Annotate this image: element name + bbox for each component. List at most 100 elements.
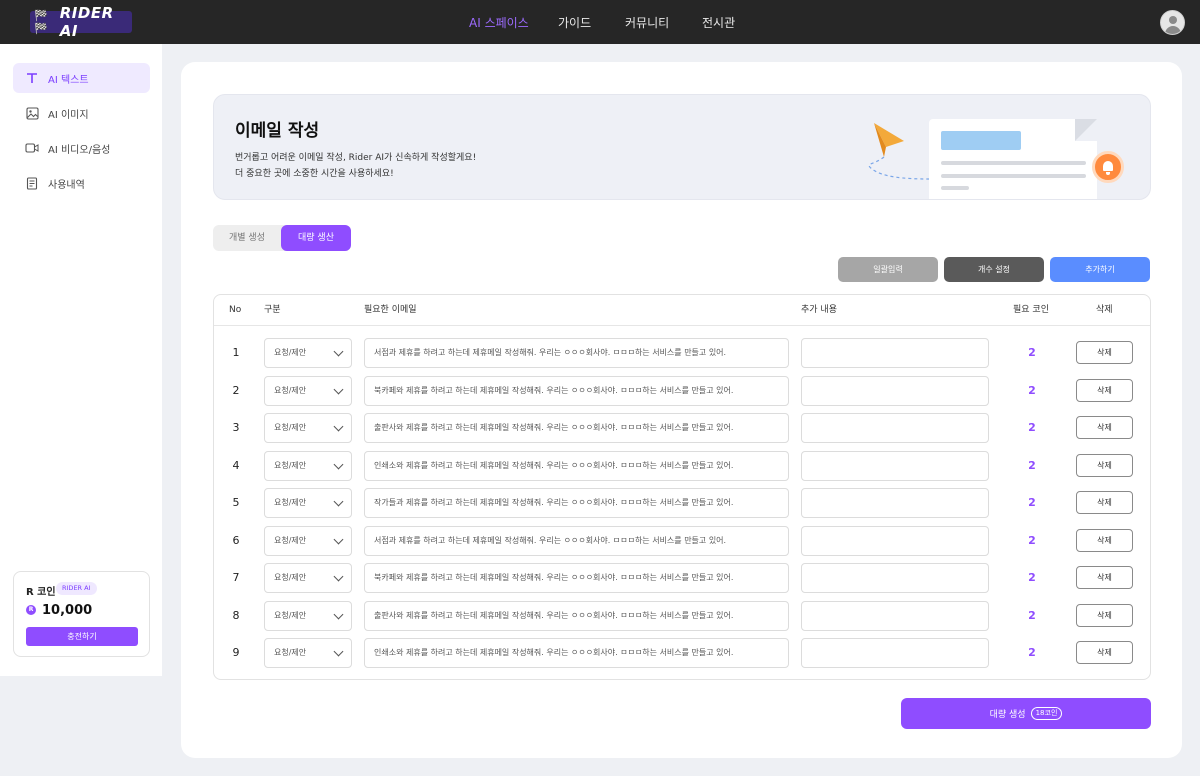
row-number: 6 bbox=[232, 533, 240, 547]
text-icon bbox=[25, 71, 39, 85]
nav-ai-space[interactable]: AI 스페이스 bbox=[469, 0, 529, 44]
tab-single-generation[interactable]: 개별 생성 bbox=[213, 225, 281, 251]
coin-amount: 10,000 bbox=[42, 603, 93, 618]
delete-row-button[interactable]: 삭제 bbox=[1076, 341, 1133, 364]
email-request-input[interactable]: 인쇄소와 제휴를 하려고 하는데 제휴메일 작성해줘. 우리는 ㅇㅇㅇ회사야. … bbox=[364, 638, 789, 668]
email-request-input[interactable]: 작가들과 제휴를 하려고 하는데 제휴메일 작성해줘. 우리는 ㅇㅇㅇ회사야. … bbox=[364, 488, 789, 518]
sidebar-item-history[interactable]: 사용내역 bbox=[13, 168, 150, 198]
add-row-button[interactable]: 추가하기 bbox=[1050, 257, 1150, 282]
chevron-down-icon bbox=[333, 534, 344, 544]
nav-gallery[interactable]: 전시관 bbox=[702, 0, 735, 44]
extra-content-input[interactable] bbox=[801, 638, 989, 668]
category-select[interactable]: 요청/제안 bbox=[264, 375, 352, 406]
email-request-input[interactable]: 서점과 제휴를 하려고 하는데 제휴메일 작성해줘. 우리는 ㅇㅇㅇ회사야. ㅁ… bbox=[364, 338, 789, 368]
category-value: 요청/제안 bbox=[274, 573, 307, 582]
table-row: 2 요청/제안 북카페와 제휴를 하려고 하는데 제휴메일 작성해줘. 우리는 ㅇㅇ… bbox=[214, 375, 1150, 413]
category-select[interactable]: 요청/제안 bbox=[264, 488, 352, 518]
extra-content-input[interactable] bbox=[801, 525, 989, 556]
required-coin-value: 2 bbox=[1028, 458, 1036, 472]
sidebar-item-ai-text[interactable]: AI 텍스트 bbox=[13, 63, 150, 93]
chevron-down-icon bbox=[333, 646, 344, 657]
page-title: 이메일 작성 bbox=[235, 121, 320, 141]
required-coin-value: 2 bbox=[1028, 608, 1036, 622]
banner-description-line2: 더 중요한 곳에 소중한 시간을 사용하세요! bbox=[235, 169, 394, 179]
chevron-down-icon bbox=[333, 459, 344, 469]
email-request-input[interactable]: 서점과 제휴를 하려고 하는데 제휴메일 작성해줘. 우리는 ㅇㅇㅇ회사야. ㅁ… bbox=[364, 525, 789, 556]
user-avatar[interactable] bbox=[1160, 10, 1185, 35]
table-row: 1 요청/제안 서점과 제휴를 하려고 하는데 제휴메일 작성해줘. 우리는 ㅇㅇㅇ… bbox=[214, 338, 1150, 375]
email-request-input[interactable]: 북카페와 제휴를 하려고 하는데 제휴메일 작성해줘. 우리는 ㅇㅇㅇ회사야. … bbox=[364, 563, 789, 593]
email-banner: 이메일 작성 번거롭고 어려운 이메일 작성, Rider AI가 신속하게 작… bbox=[213, 94, 1151, 200]
row-number: 5 bbox=[232, 496, 240, 509]
category-value: 요청/제안 bbox=[274, 348, 307, 357]
delete-row-button[interactable]: 삭제 bbox=[1076, 528, 1133, 552]
rider-ai-logo[interactable]: 🏁🏁 RIDER AI bbox=[30, 4, 132, 40]
sidebar-item-ai-image[interactable]: AI 이미지 bbox=[13, 98, 150, 128]
category-value: 요청/제안 bbox=[274, 385, 307, 395]
mass-generate-label: 대량 생성 bbox=[989, 710, 1026, 720]
bell-icon bbox=[1092, 151, 1124, 183]
email-request-input[interactable]: 북카페와 제휴를 하려고 하는데 제휴메일 작성해줘. 우리는 ㅇㅇㅇ회사야. … bbox=[364, 375, 789, 406]
top-navigation-bar: 🏁🏁 RIDER AI AI 스페이스 가이드 커뮤니티 전시관 bbox=[0, 0, 1200, 44]
coin-cost-badge: 18코인 bbox=[1030, 707, 1063, 720]
row-number: 4 bbox=[232, 458, 240, 472]
row-number: 2 bbox=[232, 383, 240, 397]
document-line bbox=[941, 174, 1086, 178]
table-row: 3 요청/제안 출판사와 제휴를 하려고 하는데 제휴메일 작성해줘. 우리는 ㅇㅇ… bbox=[214, 413, 1150, 450]
extra-content-input[interactable] bbox=[801, 338, 989, 368]
avatar-body bbox=[1165, 26, 1181, 34]
table-row: 9 요청/제안 인쇄소와 제휴를 하려고 하는데 제휴메일 작성해줘. 우리는 ㅇㅇ… bbox=[214, 638, 1150, 675]
charge-button[interactable]: 충전하기 bbox=[26, 627, 138, 646]
extra-content-input[interactable] bbox=[801, 563, 989, 593]
required-coin-value: 2 bbox=[1028, 421, 1036, 434]
delete-row-button[interactable]: 삭제 bbox=[1076, 566, 1133, 589]
set-count-button[interactable]: 개수 설정 bbox=[944, 257, 1044, 282]
delete-row-button[interactable]: 삭제 bbox=[1076, 641, 1133, 664]
mass-generate-button[interactable]: 대량 생성 18코인 bbox=[901, 698, 1151, 729]
chevron-down-icon bbox=[333, 571, 344, 582]
nav-guide[interactable]: 가이드 bbox=[558, 0, 591, 44]
column-coin: 필요 코인 bbox=[1013, 305, 1049, 315]
category-select[interactable]: 요청/제안 bbox=[264, 525, 352, 556]
bulk-email-table: No 구분 필요한 이메일 추가 내용 필요 코인 삭제 1 요청/제안 서점과 제… bbox=[213, 294, 1151, 680]
document-line bbox=[941, 186, 969, 190]
sidebar: AI 텍스트 AI 이미지 AI 비디오/음성 사용내역 R 코인 RIDER … bbox=[0, 44, 162, 676]
category-value: 요청/제안 bbox=[274, 610, 307, 620]
table-header: No 구분 필요한 이메일 추가 내용 필요 코인 삭제 bbox=[214, 295, 1150, 326]
extra-content-input[interactable] bbox=[801, 488, 989, 518]
column-category: 구분 bbox=[264, 305, 281, 315]
bulk-input-button[interactable]: 일괄입력 bbox=[838, 257, 938, 282]
email-request-input[interactable]: 인쇄소와 제휴를 하려고 하는데 제휴메일 작성해줘. 우리는 ㅇㅇㅇ회사야. … bbox=[364, 450, 789, 481]
column-email: 필요한 이메일 bbox=[364, 305, 417, 315]
extra-content-input[interactable] bbox=[801, 413, 989, 443]
extra-content-input[interactable] bbox=[801, 600, 989, 631]
category-value: 요청/제안 bbox=[274, 423, 307, 432]
extra-content-input[interactable] bbox=[801, 375, 989, 406]
category-select[interactable]: 요청/제안 bbox=[264, 338, 352, 368]
table-row: 8 요청/제안 출판사와 제휴를 하려고 하는데 제휴메일 작성해줘. 우리는 ㅇㅇ… bbox=[214, 600, 1150, 638]
delete-row-button[interactable]: 삭제 bbox=[1076, 416, 1133, 439]
extra-content-input[interactable] bbox=[801, 450, 989, 481]
category-value: 요청/제안 bbox=[274, 648, 307, 657]
category-select[interactable]: 요청/제안 bbox=[264, 600, 352, 631]
coin-icon: R bbox=[26, 605, 36, 615]
nav-community[interactable]: 커뮤니티 bbox=[625, 0, 669, 44]
delete-row-button[interactable]: 삭제 bbox=[1076, 603, 1133, 627]
delete-row-button[interactable]: 삭제 bbox=[1076, 453, 1133, 477]
column-no: No bbox=[229, 305, 242, 315]
category-select[interactable]: 요청/제안 bbox=[264, 638, 352, 668]
category-select[interactable]: 요청/제안 bbox=[264, 450, 352, 481]
category-select[interactable]: 요청/제안 bbox=[264, 563, 352, 593]
category-select[interactable]: 요청/제안 bbox=[264, 413, 352, 443]
sidebar-item-ai-video[interactable]: AI 비디오/음성 bbox=[13, 133, 150, 163]
email-request-input[interactable]: 출판사와 제휴를 하려고 하는데 제휴메일 작성해줘. 우리는 ㅇㅇㅇ회사야. … bbox=[364, 413, 789, 443]
table-row: 4 요청/제안 인쇄소와 제휴를 하려고 하는데 제휴메일 작성해줘. 우리는 ㅇㅇ… bbox=[214, 450, 1150, 488]
column-delete: 삭제 bbox=[1096, 305, 1113, 315]
sidebar-item-label: AI 비디오/음성 bbox=[48, 144, 111, 156]
email-request-input[interactable]: 출판사와 제휴를 하려고 하는데 제휴메일 작성해줘. 우리는 ㅇㅇㅇ회사야. … bbox=[364, 600, 789, 631]
delete-row-button[interactable]: 삭제 bbox=[1076, 378, 1133, 402]
avatar-head bbox=[1169, 16, 1177, 24]
required-coin-value: 2 bbox=[1028, 383, 1036, 397]
delete-row-button[interactable]: 삭제 bbox=[1076, 491, 1133, 514]
tab-bulk-generation[interactable]: 대량 생산 bbox=[281, 225, 351, 251]
